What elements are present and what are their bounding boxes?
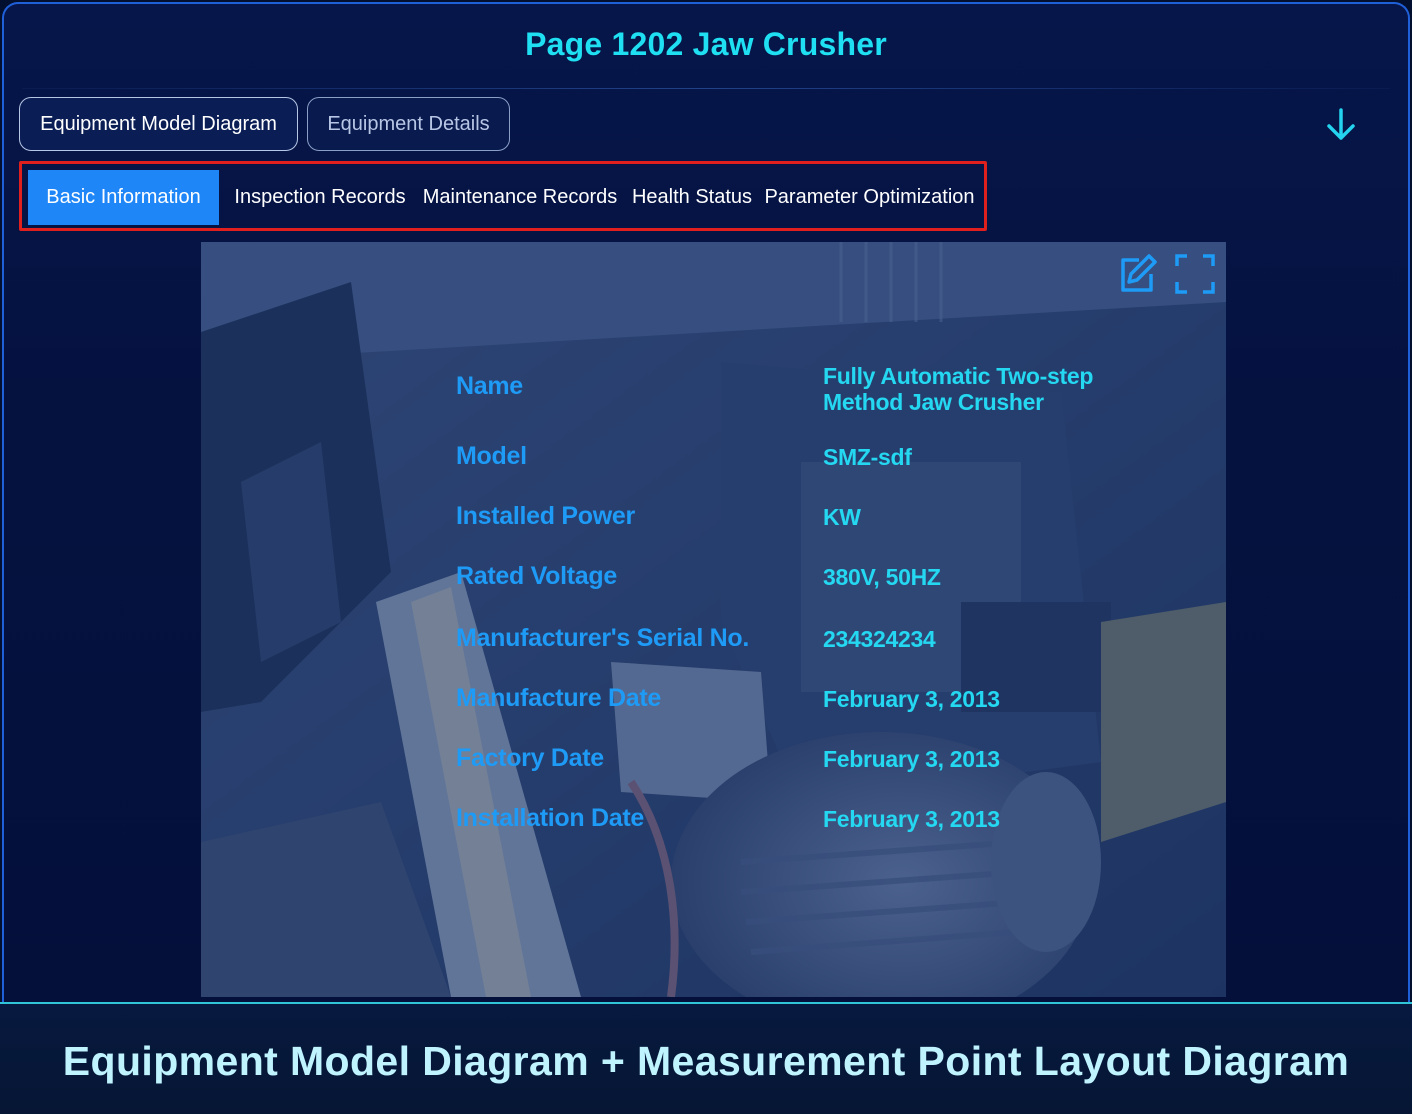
fullscreen-icon[interactable] (1173, 252, 1217, 296)
tab-maintenance-records[interactable]: Maintenance Records (423, 170, 618, 225)
tab-health-status[interactable]: Health Status (632, 170, 752, 225)
label-installed-power: Installed Power (456, 502, 635, 530)
label-serial-no: Manufacturer's Serial No. (456, 624, 749, 652)
subtab-bar: Basic Information Inspection Records Mai… (19, 161, 987, 231)
tab-parameter-optimization[interactable]: Parameter Optimization (764, 170, 974, 225)
value-rated-voltage: 380V, 50HZ (823, 564, 941, 590)
arrow-down-icon[interactable] (1322, 106, 1360, 144)
value-serial-no: 234324234 (823, 626, 936, 652)
value-installed-power: KW (823, 504, 861, 530)
label-factory-date: Factory Date (456, 744, 604, 772)
page-title: Page 1202 Jaw Crusher (525, 26, 887, 62)
value-installation-date: February 3, 2013 (823, 806, 1000, 832)
tab-equipment-model-diagram[interactable]: Equipment Model Diagram (19, 97, 298, 151)
label-manufacture-date: Manufacture Date (456, 684, 661, 712)
tab-basic-information[interactable]: Basic Information (28, 170, 219, 225)
info-overlay (201, 242, 1226, 997)
label-name: Name (456, 372, 523, 400)
tab-inspection-records[interactable]: Inspection Records (232, 170, 408, 225)
value-manufacture-date: February 3, 2013 (823, 686, 1000, 712)
label-installation-date: Installation Date (456, 804, 644, 832)
equipment-photo-panel: Name Fully Automatic Two-step Method Jaw… (201, 242, 1226, 997)
value-factory-date: February 3, 2013 (823, 746, 1000, 772)
caption-bar: Equipment Model Diagram + Measurement Po… (0, 1002, 1412, 1114)
label-model: Model (456, 442, 527, 470)
tab-equipment-details[interactable]: Equipment Details (307, 97, 510, 151)
value-model: SMZ-sdf (823, 444, 912, 470)
value-name-line1: Fully Automatic Two-step (823, 363, 1094, 389)
value-name-line2: Method Jaw Crusher (823, 389, 1044, 415)
edit-icon[interactable] (1115, 252, 1159, 296)
label-rated-voltage: Rated Voltage (456, 562, 617, 590)
title-divider (22, 88, 1390, 89)
caption-text: Equipment Model Diagram + Measurement Po… (62, 1038, 1350, 1084)
